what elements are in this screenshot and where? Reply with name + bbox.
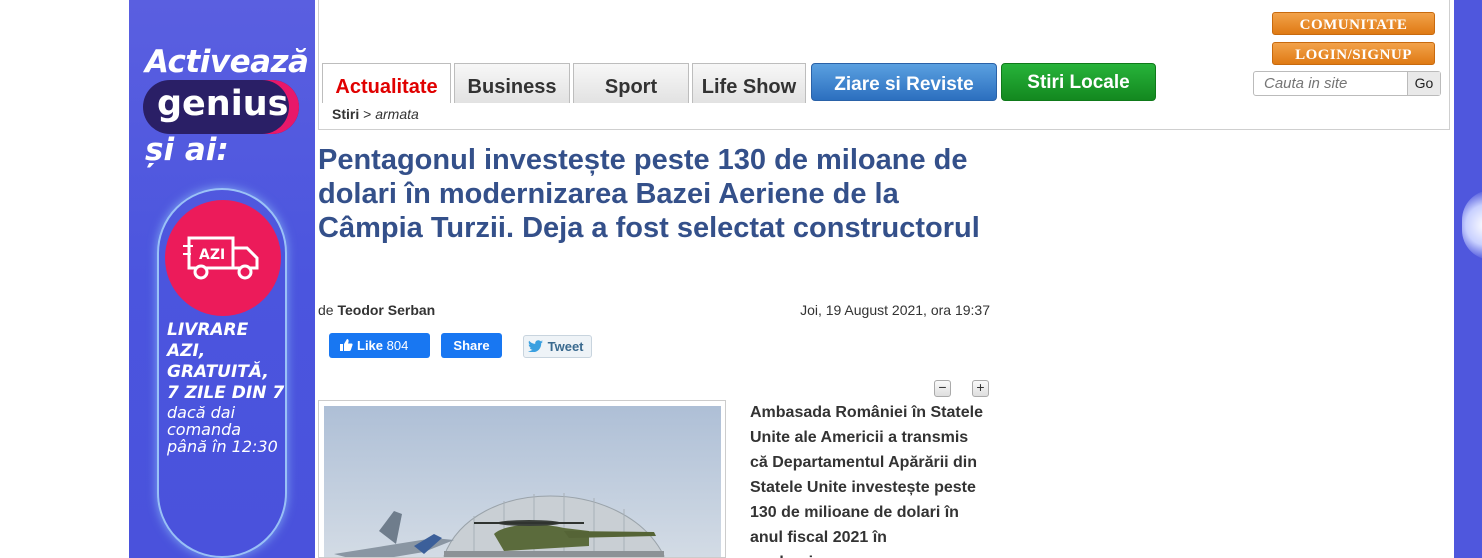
zoom-in-button[interactable]: + <box>972 380 989 397</box>
promo-line: comanda <box>167 420 242 439</box>
tweet-button[interactable]: Tweet <box>523 335 592 358</box>
article-body: Ambasada României în Statele Unite ale A… <box>750 404 983 558</box>
breadcrumb-separator: > <box>363 106 372 122</box>
tab-life-show[interactable]: Life Show <box>692 63 806 103</box>
facebook-share-button[interactable]: Share <box>441 333 502 358</box>
azi-badge-text: AZI <box>199 247 225 263</box>
genius-logo-text: genius <box>157 84 289 124</box>
comunitate-button[interactable]: COMUNITATE <box>1272 12 1435 35</box>
promo-line: LIVRARE AZI, <box>167 320 249 361</box>
promo-line: GRATUITĂ, <box>167 362 269 382</box>
facebook-like-button[interactable]: Like 804 <box>329 333 430 358</box>
article-image[interactable] <box>324 406 721 557</box>
breadcrumb: Stiri > armata <box>332 106 419 122</box>
tab-sport[interactable]: Sport <box>573 63 689 103</box>
tab-ziare-si-reviste[interactable]: Ziare si Reviste <box>811 63 997 101</box>
author-link[interactable]: Teodor Serban <box>337 302 435 318</box>
tab-business[interactable]: Business <box>454 63 570 103</box>
article-byline: de Teodor Serban <box>318 302 435 318</box>
ad-promo-text: LIVRARE AZI, GRATUITĂ, 7 ZILE DIN 7 dacă… <box>167 320 287 455</box>
search-input[interactable] <box>1254 72 1409 95</box>
like-count: 804 <box>386 338 409 353</box>
twitter-bird-icon <box>528 340 543 353</box>
delivery-truck-icon: AZI <box>165 200 281 316</box>
tab-actualitate[interactable]: Actualitate <box>322 63 451 103</box>
byline-prefix: de <box>318 302 334 318</box>
promo-line: până în 12:30 <box>167 437 278 456</box>
like-label: Like <box>357 338 384 353</box>
ad-decoration <box>1462 190 1482 260</box>
promo-line: dacă dai <box>167 403 236 422</box>
breadcrumb-root-link[interactable]: Stiri <box>332 106 359 122</box>
tweet-label: Tweet <box>547 339 584 354</box>
genius-logo: genius <box>143 80 299 134</box>
article-date: Joi, 19 August 2021, ora 19:37 <box>800 302 990 318</box>
zoom-out-button[interactable]: − <box>934 380 951 397</box>
thumbs-up-icon <box>340 339 353 351</box>
login-signup-button[interactable]: LOGIN/SIGNUP <box>1272 42 1435 65</box>
right-ad-banner[interactable] <box>1454 0 1482 558</box>
breadcrumb-current[interactable]: armata <box>375 106 419 122</box>
site-search: Go <box>1253 71 1441 96</box>
left-ad-banner[interactable]: Activează genius și ai: AZI LIVRARE AZI,… <box>129 0 315 558</box>
article-image-frame <box>318 400 726 558</box>
promo-line: 7 ZILE DIN 7 <box>167 383 285 403</box>
search-go-button[interactable]: Go <box>1407 72 1440 95</box>
ad-subheadline: și ai: <box>145 132 229 168</box>
ad-headline: Activează <box>145 44 309 80</box>
tab-stiri-locale[interactable]: Stiri Locale <box>1001 63 1156 101</box>
article-title: Pentagonul investește peste 130 de miloa… <box>318 144 980 244</box>
